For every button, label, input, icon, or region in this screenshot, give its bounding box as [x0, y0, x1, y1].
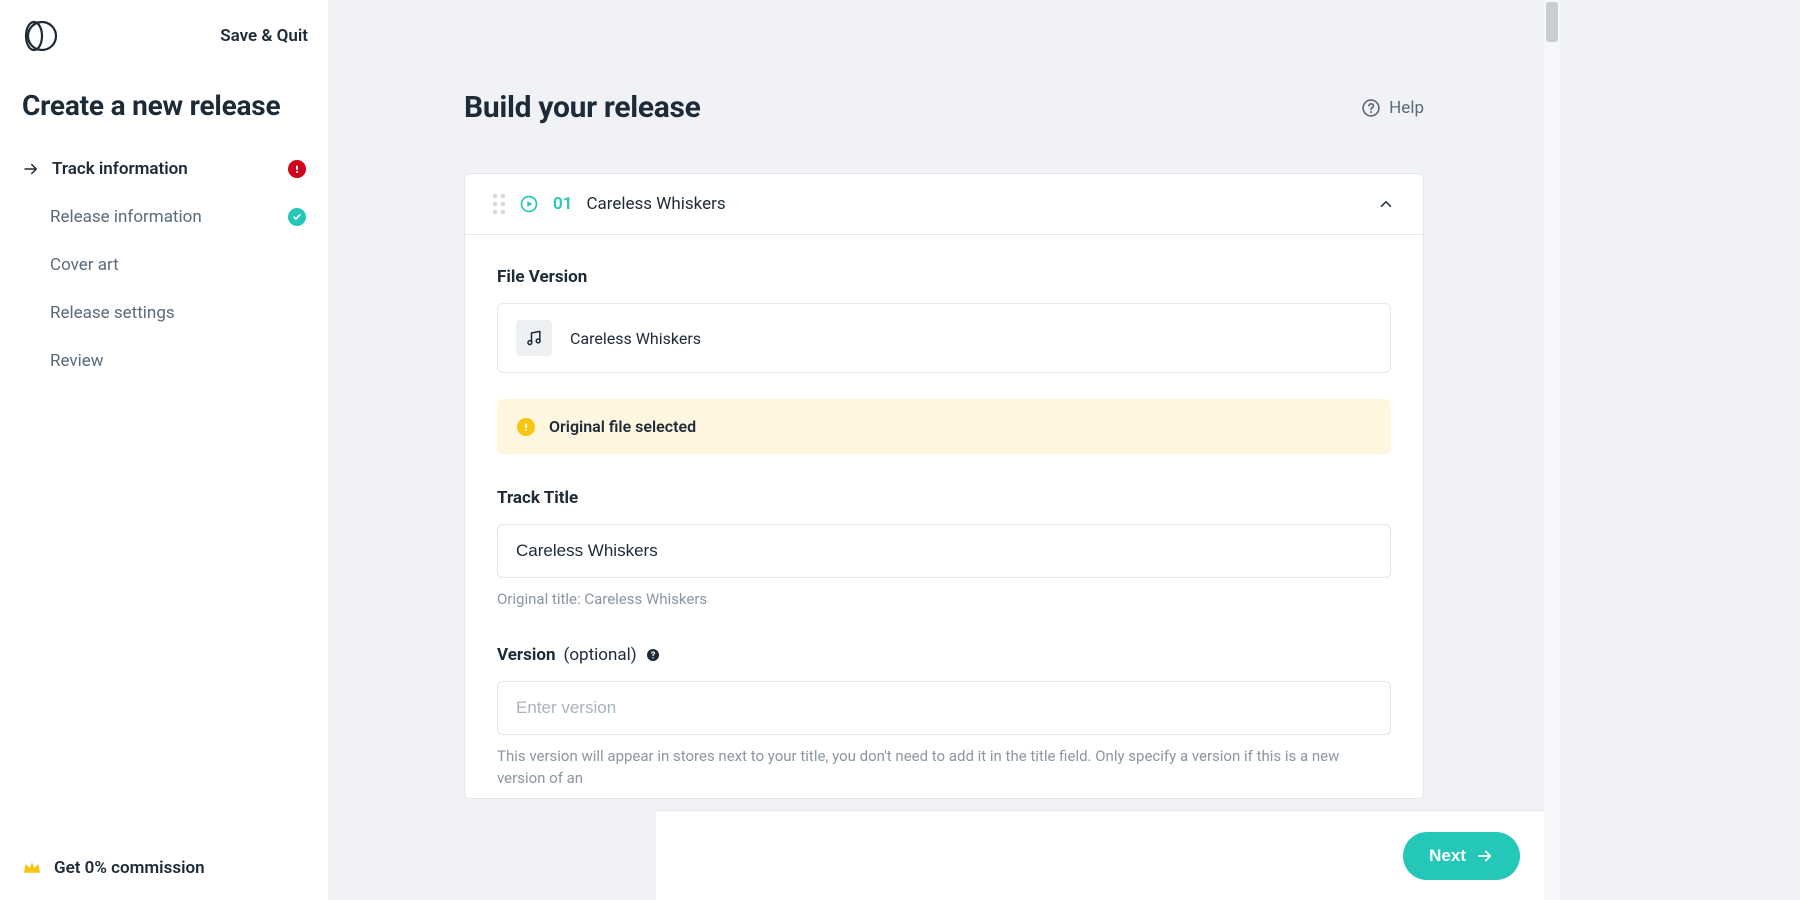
track-header-left: 01 Careless Whiskers [493, 194, 726, 214]
check-icon [292, 212, 302, 222]
track-title-input[interactable] [497, 524, 1391, 578]
nav-item-track-information[interactable]: Track information [0, 145, 328, 193]
file-version-section: File Version Careless Whiskers [497, 267, 1391, 454]
track-title-section: Track Title Original title: Careless Whi… [497, 488, 1391, 611]
nav-item-release-settings[interactable]: Release settings [0, 289, 328, 337]
nav-label: Release settings [50, 303, 175, 323]
app-logo [20, 16, 60, 56]
drag-handle-icon[interactable] [493, 194, 505, 214]
crown-icon [22, 860, 42, 876]
sidebar-footer-promo[interactable]: Get 0% commission [0, 836, 328, 900]
nav-label: Track information [52, 159, 188, 179]
page-title: Build your release [464, 90, 701, 125]
help-button[interactable]: Help [1361, 98, 1424, 118]
info-icon[interactable] [645, 647, 661, 663]
logo-icon [20, 16, 60, 56]
sidebar-nav: Track information Release information [0, 141, 328, 389]
track-card: 01 Careless Whiskers File Version [464, 173, 1424, 799]
main-scroll[interactable]: Build your release Help [328, 0, 1560, 900]
file-name: Careless Whiskers [570, 329, 701, 348]
bottom-action-bar: Next [656, 810, 1560, 900]
track-title-label: Track Title [497, 488, 1391, 508]
track-number: 01 [553, 194, 572, 214]
nav-label: Release information [50, 207, 202, 227]
version-label: Version [497, 645, 556, 665]
music-file-icon [516, 320, 552, 356]
status-badge-ok [288, 208, 306, 226]
nav-sub: Release information Cover art Release se… [0, 193, 328, 385]
help-label: Help [1389, 98, 1424, 118]
file-version-selector[interactable]: Careless Whiskers [497, 303, 1391, 373]
version-hint: This version will appear in stores next … [497, 745, 1391, 790]
warning-icon [517, 418, 535, 436]
app-root: Save & Quit Create a new release Track i… [0, 0, 1560, 900]
exclamation-icon [292, 164, 302, 174]
play-circle-icon[interactable] [519, 194, 539, 214]
arrow-right-icon [22, 160, 40, 178]
track-body: File Version Careless Whiskers [465, 234, 1423, 798]
sidebar-top: Save & Quit [0, 0, 328, 66]
file-status-banner: Original file selected [497, 399, 1391, 454]
page-header: Build your release Help [464, 0, 1424, 173]
status-badge-error [288, 160, 306, 178]
window-scrollbar[interactable] [1544, 0, 1560, 900]
track-name: Careless Whiskers [586, 194, 725, 214]
nav-item-release-information[interactable]: Release information [0, 193, 328, 241]
save-quit-button[interactable]: Save & Quit [220, 26, 308, 46]
next-button[interactable]: Next [1403, 832, 1520, 880]
chevron-up-icon [1377, 195, 1395, 213]
version-input[interactable] [497, 681, 1391, 735]
version-label-row: Version (optional) [497, 645, 1391, 665]
track-accordion-header[interactable]: 01 Careless Whiskers [465, 174, 1423, 234]
sidebar-title: Create a new release [0, 66, 328, 141]
version-section: Version (optional) This version will app… [497, 645, 1391, 790]
scrollbar-thumb[interactable] [1546, 2, 1558, 42]
version-optional-label: (optional) [564, 645, 637, 665]
promo-label: Get 0% commission [54, 858, 205, 878]
banner-text: Original file selected [549, 417, 696, 436]
nav-label: Review [50, 351, 104, 371]
next-label: Next [1429, 846, 1466, 866]
content: Build your release Help [464, 0, 1424, 839]
sidebar: Save & Quit Create a new release Track i… [0, 0, 328, 900]
nav-item-cover-art[interactable]: Cover art [0, 241, 328, 289]
track-title-hint: Original title: Careless Whiskers [497, 588, 1391, 611]
main: Build your release Help [328, 0, 1560, 900]
file-version-label: File Version [497, 267, 1391, 287]
nav-label: Cover art [50, 255, 119, 275]
help-icon [1361, 98, 1381, 118]
nav-item-review[interactable]: Review [0, 337, 328, 385]
arrow-right-icon [1476, 847, 1494, 865]
